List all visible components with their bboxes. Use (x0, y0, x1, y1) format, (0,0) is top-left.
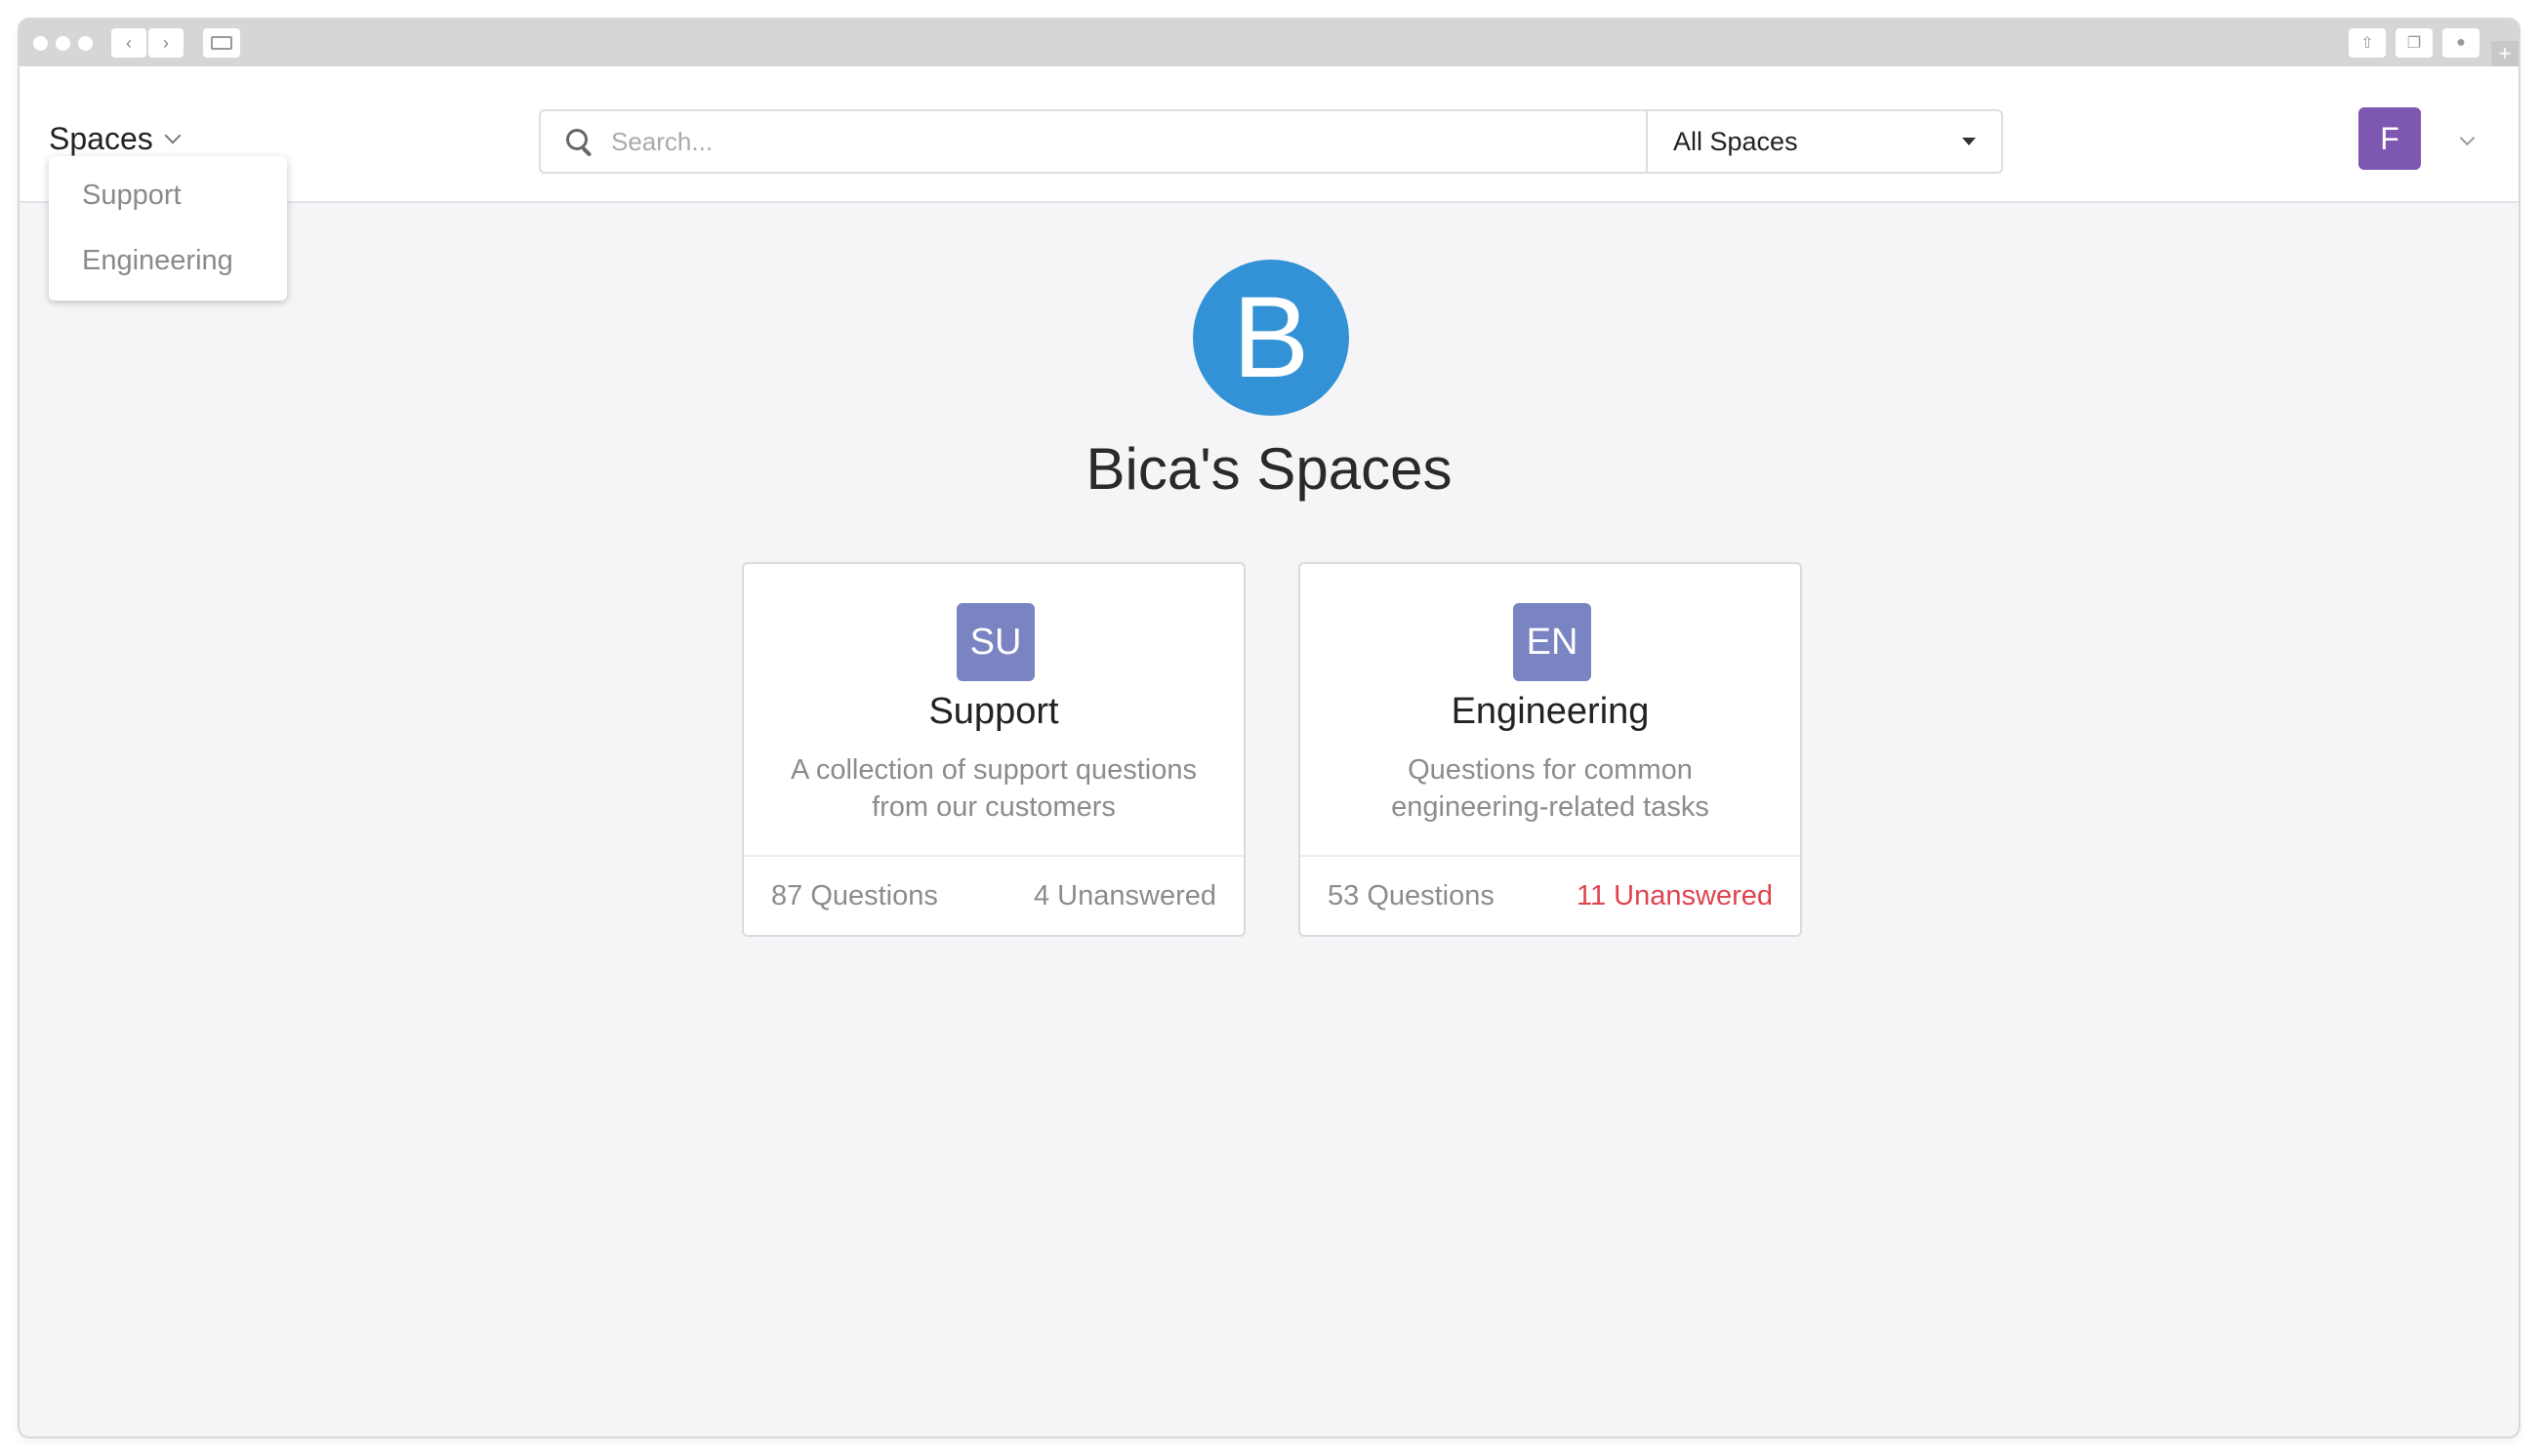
back-button[interactable]: ‹ (111, 28, 146, 58)
share-icon: ⇧ (2360, 35, 2374, 52)
space-title[interactable]: Support (744, 691, 1244, 733)
chevron-right-icon: › (163, 32, 169, 53)
space-card-support[interactable]: SU Support A collection of support quest… (742, 562, 1246, 937)
caret-down-icon (1962, 138, 1976, 145)
chevron-down-icon (2459, 130, 2476, 146)
space-title[interactable]: Engineering (1300, 691, 1800, 733)
sidebar-toggle-button[interactable] (203, 28, 240, 58)
space-stats: 87 Questions 4 Unanswered (744, 855, 1244, 935)
dropdown-item-engineering[interactable]: Engineering (49, 226, 287, 295)
space-badge: EN (1513, 603, 1591, 681)
browser-actions: ⇧ ❐ ● (2349, 28, 2479, 58)
app-header: Spaces All Spaces F (20, 66, 2519, 203)
scope-select[interactable]: All Spaces (1646, 109, 2003, 174)
space-badge-text: SU (969, 621, 1022, 663)
new-tab-button[interactable]: + (2491, 41, 2519, 66)
questions-count[interactable]: 87 Questions (771, 880, 938, 912)
spaces-menu-label: Spaces (49, 121, 153, 156)
maximize-window-button[interactable] (78, 36, 93, 51)
chevron-down-icon (164, 127, 182, 143)
plus-icon: + (2498, 41, 2512, 65)
space-stats: 53 Questions 11 Unanswered (1300, 855, 1800, 935)
scope-select-value: All Spaces (1673, 126, 1798, 156)
organization-logo: B (1193, 260, 1349, 416)
minimize-window-button[interactable] (56, 36, 70, 51)
space-badge: SU (957, 603, 1035, 681)
space-card-engineering[interactable]: EN Engineering Questions for common engi… (1298, 562, 1802, 937)
forward-button[interactable]: › (148, 28, 184, 58)
user-initial: F (2380, 120, 2399, 156)
tabs-button[interactable]: ❐ (2396, 28, 2433, 58)
share-button[interactable]: ⇧ (2349, 28, 2386, 58)
user-menu-button[interactable] (2459, 130, 2476, 148)
search-bar (539, 109, 1648, 174)
download-button[interactable]: ● (2442, 28, 2479, 58)
spaces-menu-button[interactable]: Spaces (49, 121, 182, 157)
spaces-dropdown: Support Engineering (49, 156, 287, 301)
search-input[interactable] (609, 125, 1589, 158)
unanswered-count[interactable]: 11 Unanswered (1577, 880, 1773, 912)
space-description: Questions for common engineering-related… (1391, 754, 1709, 823)
questions-count[interactable]: 53 Questions (1328, 880, 1495, 912)
browser-window: ‹ › ⇧ ❐ ● + Spaces All Spaces F (20, 20, 2519, 1436)
history-nav: ‹ › (111, 28, 184, 58)
space-description: A collection of support questions from o… (791, 754, 1197, 823)
unanswered-count[interactable]: 4 Unanswered (1034, 880, 1216, 912)
download-icon: ● (2456, 34, 2466, 51)
window-controls (33, 36, 93, 51)
browser-toolbar: ‹ › ⇧ ❐ ● + (20, 20, 2519, 66)
dropdown-item-support[interactable]: Support (49, 170, 287, 226)
user-avatar[interactable]: F (2358, 107, 2421, 170)
close-window-button[interactable] (33, 36, 48, 51)
page-title: Bica's Spaces (1086, 436, 1453, 502)
sidebar-icon (211, 36, 232, 50)
organization-logo-letter: B (1232, 273, 1310, 402)
tabs-icon: ❐ (2406, 35, 2422, 52)
search-icon (562, 125, 595, 158)
chevron-left-icon: ‹ (126, 32, 132, 53)
space-badge-text: EN (1526, 621, 1578, 663)
